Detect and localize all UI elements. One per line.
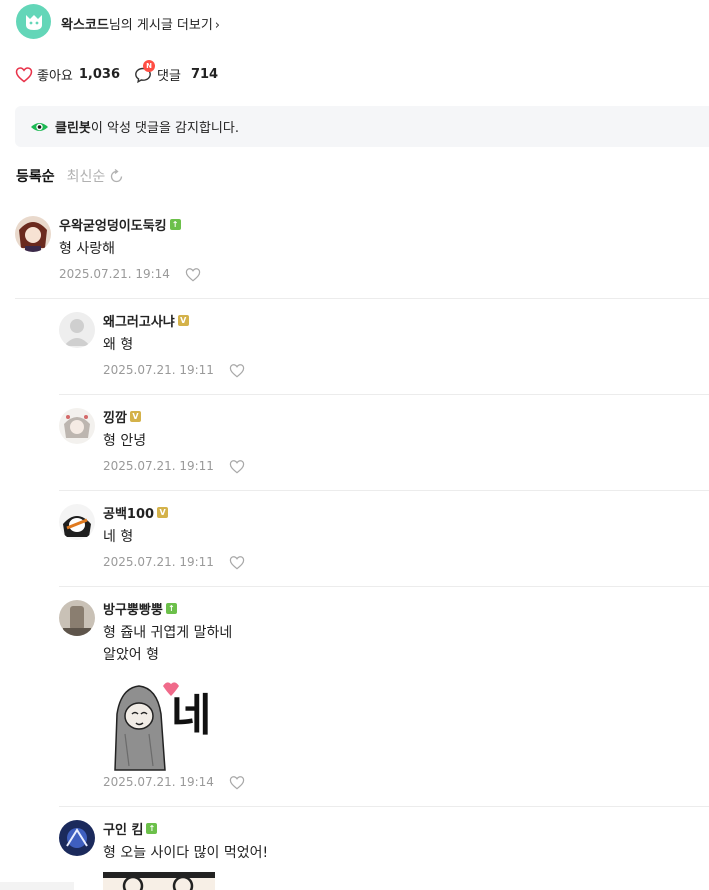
cafe-logo-icon[interactable]: [16, 4, 51, 39]
new-badge: N: [143, 59, 156, 72]
comment-author[interactable]: 우왁굳엉덩이도둑킹 ↑: [59, 215, 181, 234]
comment-sort: 등록순 최신순: [16, 166, 125, 186]
comment-author[interactable]: 구인 킴 ↑: [103, 819, 158, 838]
level-badge-icon: V: [157, 507, 169, 518]
comment-text: 왜 형: [103, 337, 134, 353]
sort-option-registered[interactable]: 등록순: [16, 166, 55, 186]
avatar[interactable]: [59, 820, 95, 856]
cleanbot-banner[interactable]: 클린봇 이 악성 댓글을 감지합니다.: [15, 106, 709, 147]
comment-icon: N: [134, 59, 156, 84]
divider: [59, 586, 709, 587]
cleanbot-message: 이 악성 댓글을 감지합니다.: [90, 121, 239, 136]
comment-author[interactable]: 공백100 V: [103, 503, 169, 522]
comment-count: 714: [190, 67, 219, 82]
divider: [15, 298, 709, 299]
level-badge-icon: V: [177, 315, 189, 326]
comment-date: 2025.07.21. 19:11: [103, 555, 214, 569]
like-label: 좋아요: [37, 69, 73, 84]
chevron-right-icon: ›: [214, 18, 220, 33]
post-stats: 좋아요 1,036 N 댓글 714: [15, 59, 219, 84]
comment-author[interactable]: 낑깜 V: [103, 407, 141, 426]
like-button[interactable]: 좋아요 1,036: [15, 65, 120, 84]
comment-button[interactable]: N 댓글 714: [134, 59, 219, 84]
cleanbot-eye-icon: [31, 122, 48, 131]
comment-label: 댓글: [157, 69, 181, 84]
sort-option-latest[interactable]: 최신순: [67, 166, 106, 186]
cleanbot-name: 클린봇: [55, 121, 91, 136]
cafe-name: 왁스코드: [61, 18, 109, 33]
comment-text: 형 쥽내 귀엽게 말하네 알았어 형: [103, 625, 233, 663]
avatar[interactable]: [59, 600, 95, 636]
scroll-shadow: [0, 882, 74, 890]
comment-text: 형 안녕: [103, 433, 147, 449]
comment-date: 2025.07.21. 19:14: [59, 267, 170, 281]
like-heart-icon[interactable]: [229, 363, 245, 378]
like-count: 1,036: [78, 67, 121, 82]
comment-date: 2025.07.21. 19:14: [103, 775, 214, 789]
level-badge-icon: ↑: [146, 823, 158, 834]
comment-text: 형 사랑해: [59, 241, 115, 257]
like-heart-icon[interactable]: [229, 555, 245, 570]
divider: [59, 490, 709, 491]
avatar[interactable]: [59, 504, 95, 540]
divider: [59, 806, 709, 807]
heart-icon: [15, 67, 33, 83]
comment-text: 네 형: [103, 529, 134, 545]
avatar[interactable]: [59, 408, 95, 444]
sticker-image: [103, 872, 215, 890]
more-posts-label: 님의 게시글 더보기: [108, 18, 213, 33]
like-heart-icon[interactable]: [185, 267, 201, 282]
avatar[interactable]: [59, 312, 95, 348]
more-posts-link[interactable]: 왁스코드님의 게시글 더보기 ›: [61, 14, 220, 33]
divider: [59, 394, 709, 395]
comment-date: 2025.07.21. 19:11: [103, 363, 214, 377]
sticker-image: 네: [103, 674, 215, 774]
comment-author[interactable]: 왜그러고사냐 V: [103, 311, 189, 330]
level-badge-icon: V: [129, 411, 141, 422]
level-badge-icon: ↑: [169, 219, 181, 230]
refresh-icon[interactable]: [108, 168, 125, 185]
avatar[interactable]: [15, 216, 51, 252]
like-heart-icon[interactable]: [229, 459, 245, 474]
level-badge-icon: ↑: [165, 603, 177, 614]
like-heart-icon[interactable]: [229, 775, 245, 790]
comment-text: 형 오늘 사이다 많이 먹었어!: [103, 845, 269, 861]
comment-author[interactable]: 방구뿡빵뿡 ↑: [103, 599, 177, 618]
comment-date: 2025.07.21. 19:11: [103, 459, 214, 473]
svg-text:네: 네: [171, 690, 211, 741]
